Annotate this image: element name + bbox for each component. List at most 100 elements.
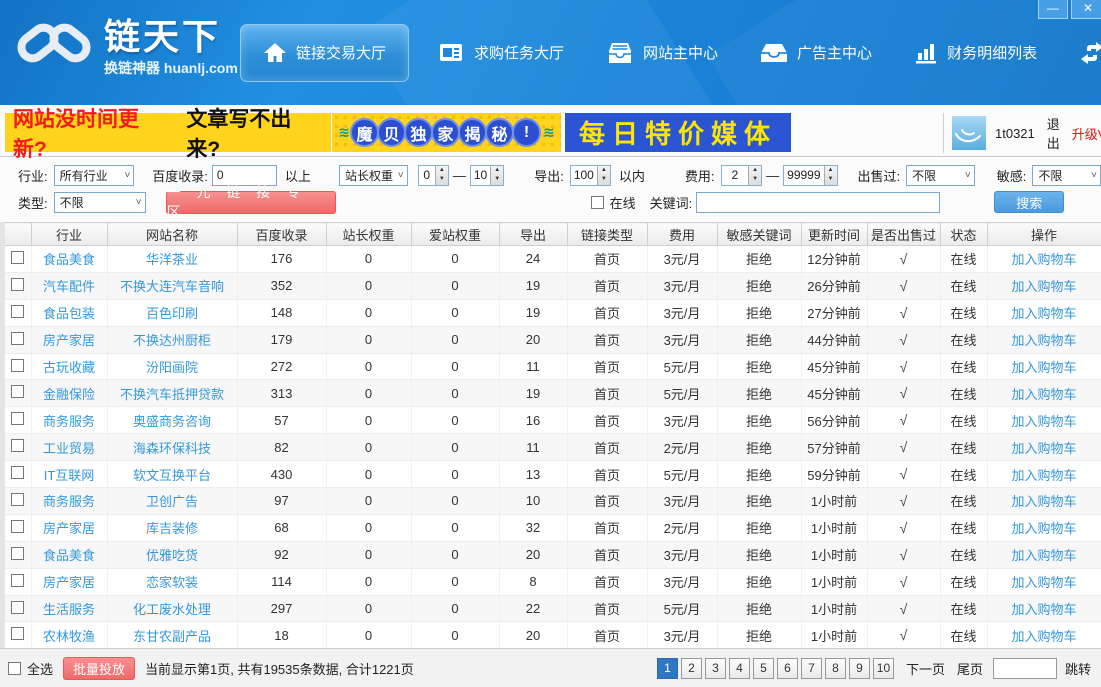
online-checkbox[interactable]: [591, 196, 604, 209]
row-checkbox[interactable]: [11, 627, 24, 640]
add-to-cart-link[interactable]: 加入购物车: [1011, 575, 1076, 590]
fee-max-spinner[interactable]: 99999▲▼: [783, 165, 837, 186]
add-to-cart-link[interactable]: 加入购物车: [1011, 360, 1076, 375]
industry-link[interactable]: 食品包装: [43, 306, 95, 321]
row-checkbox[interactable]: [11, 493, 24, 506]
row-checkbox[interactable]: [11, 412, 24, 425]
nav-purchase-task-hall[interactable]: 求购任务大厅: [439, 42, 564, 64]
sold-select[interactable]: 不限˅: [906, 165, 975, 186]
nav-advertiser-center[interactable]: 广告主中心: [760, 42, 872, 64]
page-button-9[interactable]: 9: [849, 658, 870, 679]
add-to-cart-link[interactable]: 加入购物车: [1011, 333, 1076, 348]
site-name-link[interactable]: 华洋茶业: [146, 252, 198, 267]
page-button-6[interactable]: 6: [777, 658, 798, 679]
add-to-cart-link[interactable]: 加入购物车: [1011, 521, 1076, 536]
upgrade-vip-link[interactable]: 升级VIP: [1072, 124, 1101, 143]
industry-link[interactable]: 食品美食: [43, 252, 95, 267]
page-button-1[interactable]: 1: [657, 658, 678, 679]
row-checkbox[interactable]: [11, 385, 24, 398]
page-button-4[interactable]: 4: [729, 658, 750, 679]
add-to-cart-link[interactable]: 加入购物车: [1011, 252, 1076, 267]
industry-link[interactable]: 商务服务: [43, 414, 95, 429]
row-checkbox[interactable]: [11, 574, 24, 587]
weight-max-spinner[interactable]: 10▲▼: [470, 165, 504, 186]
jump-page-input[interactable]: [993, 658, 1057, 679]
add-to-cart-link[interactable]: 加入购物车: [1011, 548, 1076, 563]
export-spinner[interactable]: 100▲▼: [570, 165, 611, 186]
row-checkbox[interactable]: [11, 547, 24, 560]
industry-link[interactable]: 房产家居: [43, 521, 95, 536]
nav-link-trade-hall[interactable]: 链接交易大厅: [240, 24, 409, 82]
industry-link[interactable]: IT互联网: [44, 468, 95, 483]
site-name-link[interactable]: 汾阳画院: [146, 360, 198, 375]
site-name-link[interactable]: 不换达州厨柜: [133, 333, 211, 348]
nav-webmaster-center[interactable]: 网站主中心: [606, 42, 718, 64]
add-to-cart-link[interactable]: 加入购物车: [1011, 306, 1076, 321]
site-name-link[interactable]: 卫创广告: [146, 494, 198, 509]
spinner-arrows-icon[interactable]: ▲▼: [748, 166, 761, 185]
row-checkbox[interactable]: [11, 439, 24, 452]
weight-min-spinner[interactable]: 0▲▼: [418, 165, 449, 186]
add-to-cart-link[interactable]: 加入购物车: [1011, 387, 1076, 402]
banner-mobei-promo[interactable]: ≋ 魔贝独家揭秘! ≋: [332, 113, 561, 152]
industry-link[interactable]: 金融保险: [43, 387, 95, 402]
industry-link[interactable]: 农林牧渔: [43, 629, 95, 644]
spinner-arrows-icon[interactable]: ▲▼: [824, 166, 837, 185]
spinner-arrows-icon[interactable]: ▲▼: [435, 166, 448, 185]
industry-link[interactable]: 古玩收藏: [43, 360, 95, 375]
row-checkbox[interactable]: [11, 332, 24, 345]
row-checkbox[interactable]: [11, 278, 24, 291]
batch-publish-button[interactable]: 批量投放: [63, 657, 135, 680]
site-name-link[interactable]: 奥盛商务咨询: [133, 414, 211, 429]
site-name-link[interactable]: 库吉装修: [146, 521, 198, 536]
banner-update-promo[interactable]: 网站没时间更新? 文章写不出来?: [5, 113, 331, 152]
page-button-7[interactable]: 7: [801, 658, 822, 679]
site-name-link[interactable]: 不换汽车抵押贷款: [120, 387, 224, 402]
last-page-button[interactable]: 尾页: [957, 659, 983, 678]
spinner-arrows-icon[interactable]: ▲▼: [597, 166, 610, 185]
add-to-cart-link[interactable]: 加入购物车: [1011, 494, 1076, 509]
fee-min-spinner[interactable]: 2▲▼: [721, 165, 763, 186]
row-checkbox[interactable]: [11, 305, 24, 318]
industry-link[interactable]: 房产家居: [43, 575, 95, 590]
page-button-5[interactable]: 5: [753, 658, 774, 679]
logout-link[interactable]: 退出: [1047, 114, 1060, 152]
row-checkbox[interactable]: [11, 466, 24, 479]
nav-return[interactable]: 返回: [1079, 41, 1101, 65]
row-checkbox[interactable]: [11, 520, 24, 533]
next-page-button[interactable]: 下一页: [906, 659, 945, 678]
site-name-link[interactable]: 东甘农副产品: [133, 629, 211, 644]
add-to-cart-link[interactable]: 加入购物车: [1011, 441, 1076, 456]
site-name-link[interactable]: 海森环保科技: [133, 441, 211, 456]
industry-link[interactable]: 房产家居: [43, 333, 95, 348]
site-name-link[interactable]: 百色印刷: [146, 306, 198, 321]
select-all-checkbox[interactable]: [8, 662, 21, 675]
keyword-input[interactable]: [696, 192, 940, 213]
type-select[interactable]: 不限˅: [54, 192, 146, 213]
industry-link[interactable]: 工业贸易: [43, 441, 95, 456]
banner-daily-special[interactable]: 每日特价媒体: [565, 113, 791, 152]
site-name-link[interactable]: 软文互换平台: [133, 468, 211, 483]
one-yuan-zone-button[interactable]: 一 元 链 接 专 区: [166, 191, 336, 214]
sensitive-select[interactable]: 不限˅: [1032, 165, 1101, 186]
site-name-link[interactable]: 化工废水处理: [133, 602, 211, 617]
page-button-10[interactable]: 10: [873, 658, 894, 679]
spinner-arrows-icon[interactable]: ▲▼: [490, 166, 503, 185]
row-checkbox[interactable]: [11, 251, 24, 264]
page-button-2[interactable]: 2: [681, 658, 702, 679]
add-to-cart-link[interactable]: 加入购物车: [1011, 629, 1076, 644]
page-button-3[interactable]: 3: [705, 658, 726, 679]
add-to-cart-link[interactable]: 加入购物车: [1011, 414, 1076, 429]
avatar[interactable]: [952, 116, 986, 150]
add-to-cart-link[interactable]: 加入购物车: [1011, 468, 1076, 483]
add-to-cart-link[interactable]: 加入购物车: [1011, 602, 1076, 617]
weight-metric-select[interactable]: 站长权重˅: [339, 165, 408, 186]
search-button[interactable]: 搜索: [994, 191, 1064, 213]
nav-finance-list[interactable]: 财务明细列表: [914, 41, 1037, 65]
page-button-8[interactable]: 8: [825, 658, 846, 679]
industry-link[interactable]: 商务服务: [43, 494, 95, 509]
add-to-cart-link[interactable]: 加入购物车: [1011, 279, 1076, 294]
industry-link[interactable]: 食品美食: [43, 548, 95, 563]
site-name-link[interactable]: 优雅吃货: [146, 548, 198, 563]
row-checkbox[interactable]: [11, 601, 24, 614]
